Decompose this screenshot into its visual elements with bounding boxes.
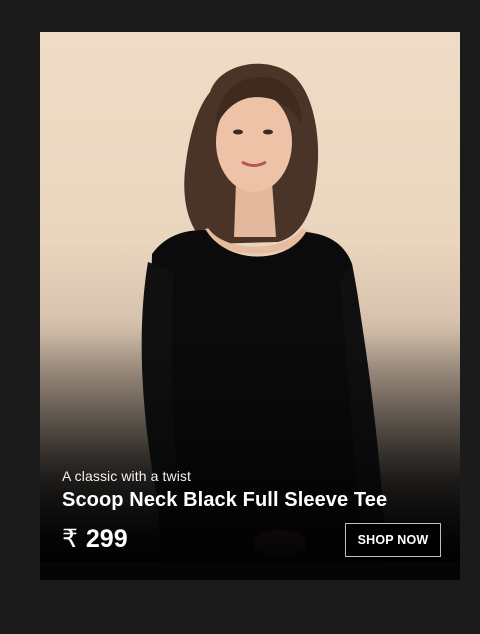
- price-value: 299: [85, 524, 128, 553]
- product-tagline: A classic with a twist: [62, 468, 192, 484]
- shop-now-button[interactable]: SHOP NOW: [345, 523, 441, 557]
- product-banner-card[interactable]: A classic with a twist Scoop Neck Black …: [40, 32, 460, 580]
- product-title: Scoop Neck Black Full Sleeve Tee: [62, 489, 388, 511]
- bottom-strip: [40, 562, 460, 580]
- product-price: ₹ 299: [62, 524, 128, 554]
- rupee-icon: ₹: [62, 525, 78, 553]
